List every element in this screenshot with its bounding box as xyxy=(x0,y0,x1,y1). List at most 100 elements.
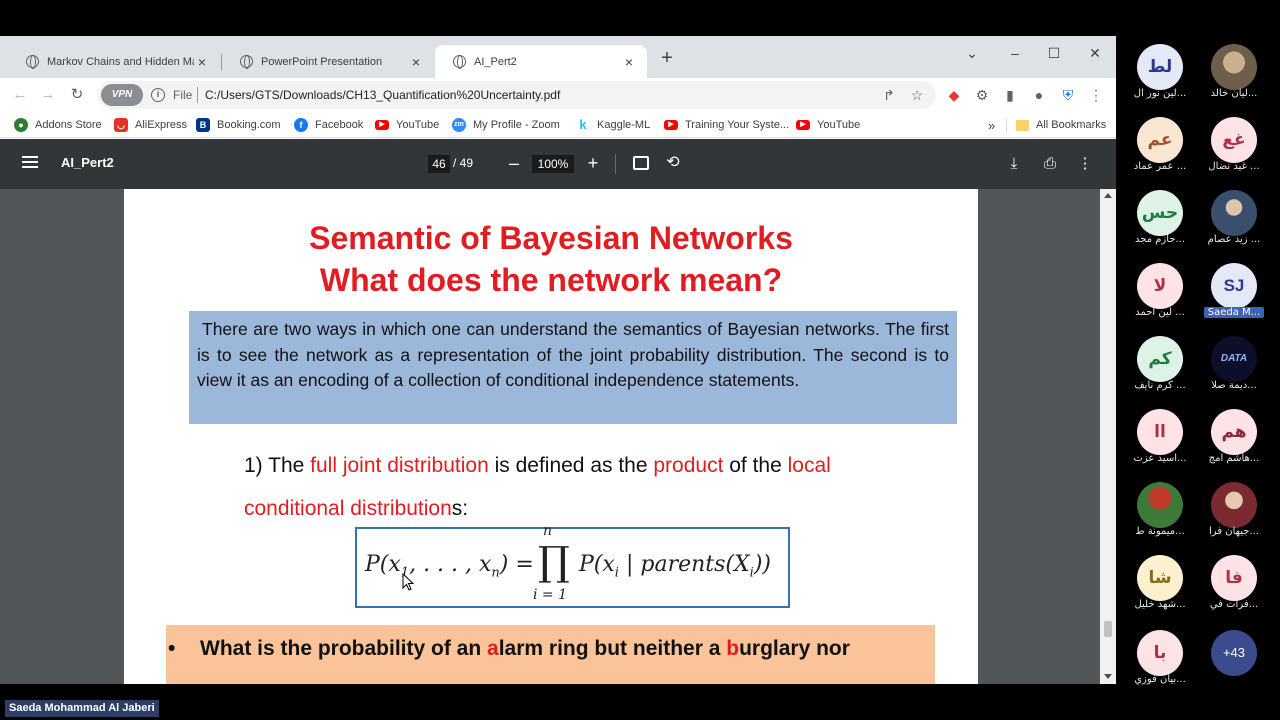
participant-tile[interactable]: لط لين نور ال... xyxy=(1120,38,1200,108)
bookmark-label: YouTube xyxy=(817,119,861,131)
participant-tile[interactable]: لا لين احمد ... xyxy=(1120,257,1200,327)
scroll-thumb[interactable] xyxy=(1104,621,1112,637)
zoom-level-input[interactable]: 100% xyxy=(532,155,574,173)
side-panel-icon[interactable]: ▮ xyxy=(1001,86,1019,104)
participant-tile[interactable]: حس حازم مجد... xyxy=(1120,184,1200,254)
maximize-button[interactable]: ☐ xyxy=(1041,40,1067,66)
print-icon[interactable]: ⎙ xyxy=(1041,154,1059,174)
shield-icon[interactable]: ⛨ xyxy=(1059,86,1077,104)
more-participants-button[interactable]: +43 xyxy=(1211,630,1257,676)
close-icon[interactable]: × xyxy=(621,54,637,70)
participant-tile[interactable]: عم عمر عماد ... xyxy=(1120,111,1200,181)
extension-icon[interactable]: ◆ xyxy=(945,86,963,104)
page-number-input[interactable]: 46 xyxy=(428,155,450,173)
bookmark-booking[interactable]: B Booking.com xyxy=(196,116,281,134)
rotate-icon[interactable]: ⟲ xyxy=(664,154,682,172)
tab-ai-pert2[interactable]: AI_Pert2 × xyxy=(435,45,647,78)
bookmark-aliexpress[interactable]: ◡ AliExpress xyxy=(114,116,187,134)
participant-tile[interactable]: ليان خالد... xyxy=(1194,38,1274,108)
term-local: local xyxy=(787,454,831,477)
star-icon[interactable]: ☆ xyxy=(908,86,926,104)
tab-powerpoint-presentation[interactable]: PowerPoint Presentation × xyxy=(222,45,434,78)
participant-tile[interactable]: هم هاشم امج... xyxy=(1194,403,1274,473)
participant-name: شهد خليل... xyxy=(1134,599,1186,610)
participant-tile[interactable]: جيهان فرا... xyxy=(1194,476,1274,546)
close-window-button[interactable]: ✕ xyxy=(1082,40,1108,66)
bookmark-label: YouTube xyxy=(396,119,440,131)
participant-name: ميمونة ط... xyxy=(1135,526,1185,537)
info-icon[interactable]: i xyxy=(151,88,165,102)
product-lower-limit: i = 1 xyxy=(533,587,568,603)
bookmarks-bar: ● Addons Store ◡ AliExpress B Booking.co… xyxy=(0,112,1116,138)
intro-box: There are two ways in which one can unde… xyxy=(189,311,957,424)
point1-suffix: s: xyxy=(451,497,469,520)
tab-title: PowerPoint Presentation xyxy=(261,55,383,68)
bookmark-icon: ● xyxy=(14,118,28,132)
bookmark-youtube-2[interactable]: ▶ YouTube xyxy=(796,116,860,134)
download-icon[interactable]: ⤓ xyxy=(1005,154,1023,174)
formula-rhs: P(xi | parents(Xi)) xyxy=(579,552,771,581)
menu-icon[interactable] xyxy=(22,156,38,168)
kaggle-icon: k xyxy=(579,117,587,132)
avatar xyxy=(1137,482,1183,528)
bookmark-zoom-profile[interactable]: zm My Profile - Zoom xyxy=(452,116,560,134)
zoom-out-button[interactable]: – xyxy=(505,153,523,173)
bookmark-training[interactable]: ▶ Training Your Syste... xyxy=(664,116,789,134)
point1-mid1: is defined as the xyxy=(488,454,654,477)
minimize-button[interactable]: – xyxy=(1002,40,1028,66)
tab-search-button[interactable]: ⌄ xyxy=(959,40,985,66)
bookmark-kaggle[interactable]: k Kaggle-ML xyxy=(576,116,650,134)
fit-page-icon[interactable] xyxy=(633,156,649,170)
all-bookmarks-button[interactable]: All Bookmarks xyxy=(1016,116,1106,134)
close-icon[interactable]: × xyxy=(408,54,424,70)
participant-tile[interactable]: با بيان فوزي... xyxy=(1120,624,1200,694)
divider xyxy=(197,87,198,103)
participant-name: ديمة صلا... xyxy=(1211,380,1257,391)
bookmark-youtube[interactable]: ▶ YouTube xyxy=(375,116,439,134)
participant-tile[interactable]: غع غيد نضال ... xyxy=(1194,111,1274,181)
youtube-icon: ▶ xyxy=(796,120,810,130)
participant-tile[interactable]: اا اسيد عزت... xyxy=(1120,403,1200,473)
point1-prefix: 1) The xyxy=(244,454,311,477)
formula-lhs: P(x1, . . . , xn) = xyxy=(365,552,534,581)
more-actions-icon[interactable]: ⋮ xyxy=(1076,154,1094,174)
profile-icon[interactable]: ● xyxy=(1030,86,1048,104)
participant-tile[interactable]: فا فرات في... xyxy=(1194,549,1274,619)
zoom-in-button[interactable]: + xyxy=(584,153,602,173)
participant-tile[interactable]: كم كرم نايف ... xyxy=(1120,330,1200,400)
participant-tile[interactable]: SJ Saeda M... xyxy=(1194,257,1274,327)
bullet: • xyxy=(168,637,176,660)
url-text[interactable]: C:/Users/GTS/Downloads/CH13_Quantificati… xyxy=(205,88,560,102)
share-icon[interactable]: ↱ xyxy=(880,86,898,104)
participant-tile[interactable]: ميمونة ط... xyxy=(1120,476,1200,546)
address-bar[interactable]: VPN i File C:/Users/GTS/Downloads/CH13_Q… xyxy=(98,81,936,109)
slide-title-line2: What does the network mean? xyxy=(319,262,783,298)
scroll-down-icon[interactable] xyxy=(1104,674,1112,679)
bookmarks-overflow-button[interactable]: » xyxy=(988,116,995,134)
new-tab-button[interactable]: + xyxy=(657,48,677,69)
bookmark-icon: B xyxy=(196,118,210,132)
avatar: غع xyxy=(1211,117,1257,163)
tab-markov-chains[interactable]: Markov Chains and Hidden Mar × xyxy=(8,45,220,78)
slide-title: Semantic of Bayesian Networks What does … xyxy=(124,217,978,301)
back-icon[interactable]: ← xyxy=(9,84,31,106)
bookmark-label: My Profile - Zoom xyxy=(473,119,560,131)
bookmark-facebook[interactable]: f Facebook xyxy=(294,116,363,134)
avatar: لط xyxy=(1137,44,1183,90)
forward-icon[interactable]: → xyxy=(37,84,59,106)
pdf-viewport[interactable]: Semantic of Bayesian Networks What does … xyxy=(0,189,1100,684)
divider xyxy=(615,154,616,174)
extension-icon[interactable]: ⚙ xyxy=(973,86,991,104)
url-scheme: File xyxy=(173,88,193,102)
participant-tile[interactable]: زيد عصام ... xyxy=(1194,184,1274,254)
more-menu-icon[interactable]: ⋮ xyxy=(1087,86,1105,104)
scrollbar[interactable] xyxy=(1100,189,1116,684)
vpn-badge[interactable]: VPN xyxy=(101,84,143,106)
reload-icon[interactable]: ↻ xyxy=(66,84,88,106)
close-icon[interactable]: × xyxy=(194,54,210,70)
participant-tile[interactable]: DATA ديمة صلا... xyxy=(1194,330,1274,400)
avatar: فا xyxy=(1211,555,1257,601)
participant-tile[interactable]: شا شهد خليل... xyxy=(1120,549,1200,619)
scroll-up-icon[interactable] xyxy=(1104,193,1112,198)
bookmark-addons-store[interactable]: ● Addons Store xyxy=(14,116,102,134)
